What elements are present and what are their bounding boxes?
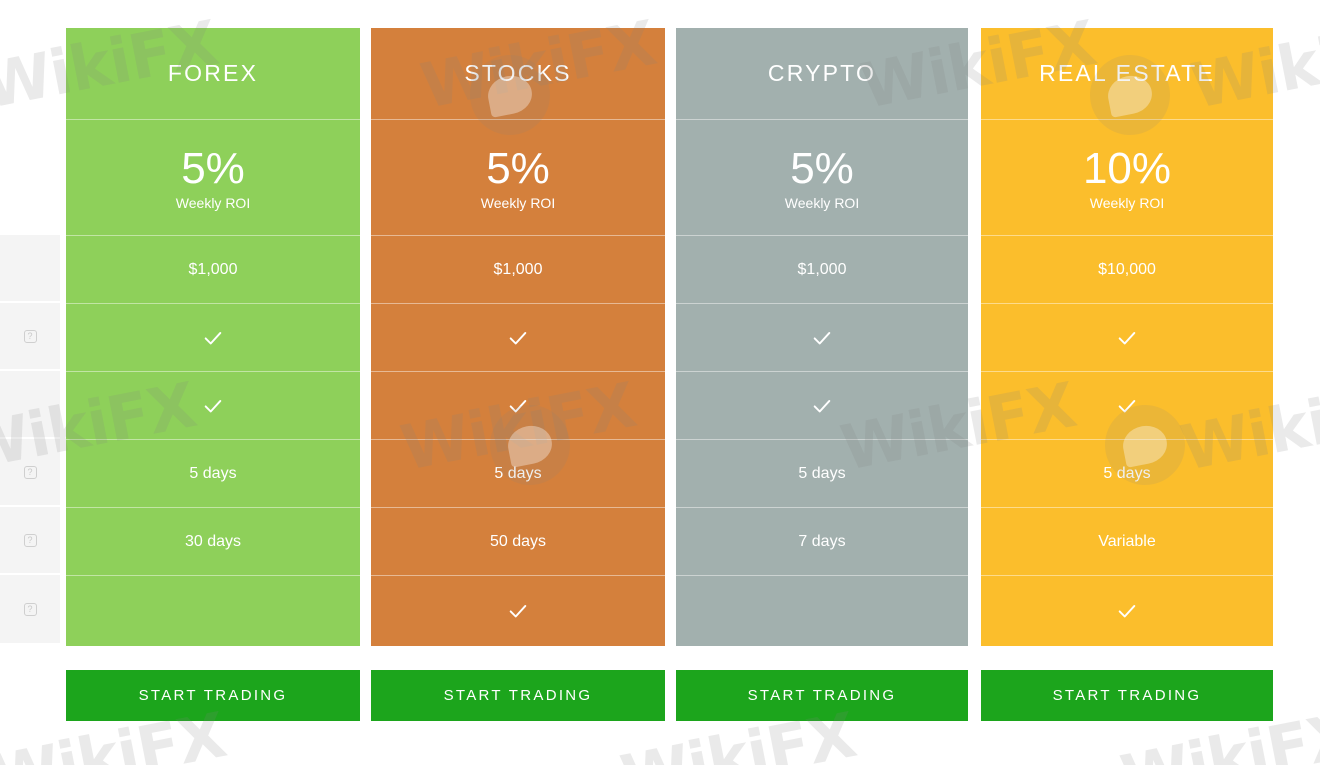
plan-cell: 7 days	[676, 508, 968, 576]
plan-cell: 30 days	[66, 508, 360, 576]
help-icon[interactable]: ?	[23, 533, 37, 547]
plan-cell	[371, 304, 665, 372]
plan-cell: $1,000	[676, 236, 968, 304]
plan-column-stocks: STOCKS 5% Weekly ROI $1,000 5 days 50 days	[371, 28, 665, 646]
plan-cell-value: 5 days	[494, 464, 542, 482]
plan-cell: 50 days	[371, 508, 665, 576]
plan-cell: 5 days	[981, 440, 1273, 508]
roi-value: 10%	[1082, 143, 1172, 193]
plan-cell-value: 5 days	[798, 464, 846, 482]
plan-cell	[981, 304, 1273, 372]
plan-cell	[371, 576, 665, 646]
plan-title: STOCKS	[371, 28, 665, 120]
plan-cell: $1,000	[371, 236, 665, 304]
checkmark-icon	[509, 399, 527, 412]
feature-row-0	[0, 235, 60, 303]
feature-row-1: ?	[0, 303, 60, 371]
checkmark-icon	[813, 331, 831, 344]
plan-cell-value: $1,000	[493, 260, 543, 278]
feature-row-5: ?	[0, 575, 60, 645]
roi-value: 5%	[181, 143, 245, 193]
plan-cell	[981, 372, 1273, 440]
plan-cell-value: 5 days	[1103, 464, 1151, 482]
plan-cell: 5 days	[66, 440, 360, 508]
plan-cell-value: $10,000	[1098, 260, 1156, 278]
cta-cell: START TRADING	[66, 670, 360, 721]
feature-label-column: ????	[0, 235, 60, 645]
plan-cell-value: $1,000	[797, 260, 847, 278]
plan-title: REAL ESTATE	[981, 28, 1273, 120]
plan-cell	[66, 304, 360, 372]
roi-label: Weekly ROI	[1089, 194, 1165, 211]
checkmark-icon	[204, 331, 222, 344]
checkmark-icon	[1118, 399, 1136, 412]
plan-column-real-estate: REAL ESTATE 10% Weekly ROI $10,000 5 days Var…	[981, 28, 1273, 646]
start-trading-button[interactable]: START TRADING	[981, 670, 1273, 721]
roi-label: Weekly ROI	[175, 194, 251, 211]
checkmark-icon	[509, 604, 527, 618]
cta-cell: START TRADING	[371, 670, 665, 721]
feature-row-3: ?	[0, 439, 60, 507]
plan-roi-block: 10% Weekly ROI	[981, 120, 1273, 236]
plan-cell-value: 50 days	[489, 532, 547, 550]
start-trading-button[interactable]: START TRADING	[676, 670, 968, 721]
help-icon[interactable]: ?	[23, 465, 37, 479]
plan-roi-block: 5% Weekly ROI	[371, 120, 665, 236]
roi-label: Weekly ROI	[480, 194, 556, 211]
feature-row-2	[0, 371, 60, 439]
plan-cell	[66, 576, 360, 646]
checkmark-icon	[1118, 604, 1136, 618]
plan-roi-block: 5% Weekly ROI	[676, 120, 968, 236]
plan-cell	[676, 304, 968, 372]
start-trading-button[interactable]: START TRADING	[371, 670, 665, 721]
checkmark-icon	[204, 399, 222, 412]
help-icon[interactable]: ?	[23, 329, 37, 343]
help-icon[interactable]: ?	[23, 602, 37, 616]
plan-cell-value: $1,000	[188, 260, 238, 278]
pricing-comparison-table: ???? FOREX 5% Weekly ROI $1,000 5 days 30 day…	[0, 0, 1320, 765]
plan-cell: Variable	[981, 508, 1273, 576]
plan-cell: 5 days	[371, 440, 665, 508]
start-trading-button[interactable]: START TRADING	[66, 670, 360, 721]
plan-cell-value: 7 days	[798, 532, 846, 550]
plan-cell	[676, 576, 968, 646]
roi-label: Weekly ROI	[784, 194, 860, 211]
plan-roi-block: 5% Weekly ROI	[66, 120, 360, 236]
checkmark-icon	[509, 331, 527, 344]
checkmark-icon	[1118, 331, 1136, 344]
plan-cell	[66, 372, 360, 440]
plan-column-crypto: CRYPTO 5% Weekly ROI $1,000 5 days 7 days	[676, 28, 968, 646]
plan-cell-value: Variable	[1098, 532, 1156, 550]
plan-cell: $10,000	[981, 236, 1273, 304]
cta-cell: START TRADING	[676, 670, 968, 721]
plan-cell	[371, 372, 665, 440]
plan-cell-value: 30 days	[184, 532, 242, 550]
roi-value: 5%	[790, 143, 854, 193]
plan-column-forex: FOREX 5% Weekly ROI $1,000 5 days 30 days	[66, 28, 360, 646]
plan-cell	[676, 372, 968, 440]
plan-cell	[981, 576, 1273, 646]
cta-cell: START TRADING	[981, 670, 1273, 721]
feature-row-4: ?	[0, 507, 60, 575]
plan-title: CRYPTO	[676, 28, 968, 120]
plan-cell-value: 5 days	[189, 464, 237, 482]
plan-cell: $1,000	[66, 236, 360, 304]
plan-cell: 5 days	[676, 440, 968, 508]
plan-title: FOREX	[66, 28, 360, 120]
checkmark-icon	[813, 399, 831, 412]
roi-value: 5%	[486, 143, 550, 193]
